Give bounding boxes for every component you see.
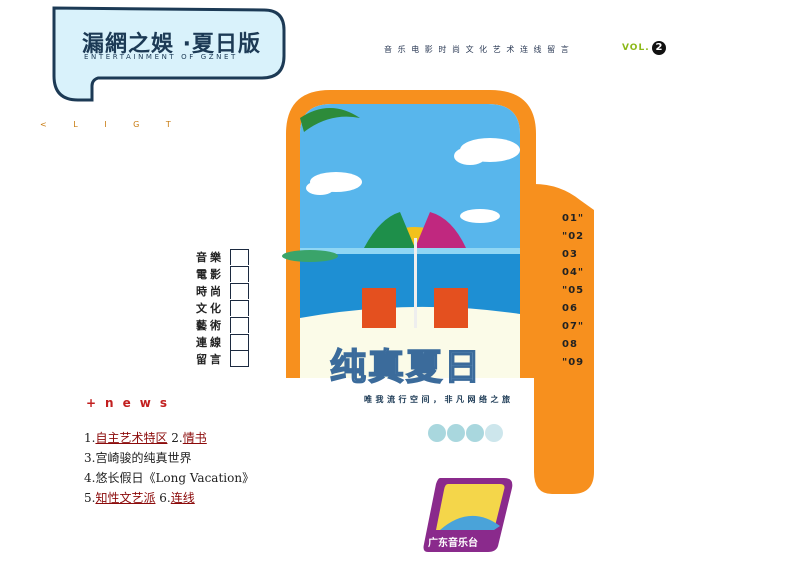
partner-logo-circle[interactable] [447, 424, 465, 442]
news-link-love-letter[interactable]: 情书 [183, 431, 207, 445]
side-menu-box[interactable] [230, 333, 249, 350]
side-menu-label: 時尚 [196, 284, 224, 298]
hero-slogan: 唯我流行空间，非凡网络之旅 [364, 395, 514, 404]
partner-logos [428, 424, 504, 442]
side-menu-item-art[interactable]: 藝術 [196, 316, 249, 333]
volume-label: VOL. [622, 43, 650, 53]
side-menu-item-music[interactable]: 音樂 [196, 248, 249, 265]
issue-numbers: 01" "02 03 04" "05 06 07" 08 "09 [562, 210, 584, 372]
news-number: 6. [159, 491, 171, 505]
number-item[interactable]: "05 [562, 282, 584, 300]
side-menu-label: 留言 [196, 352, 224, 366]
news-number: 3. [84, 451, 96, 465]
side-menu-box[interactable] [230, 282, 249, 299]
side-menu-item-message[interactable]: 留言 [196, 350, 249, 367]
number-item[interactable]: 03 [562, 246, 584, 264]
number-item[interactable]: 08 [562, 336, 584, 354]
number-item[interactable]: 01" [562, 210, 584, 228]
side-menu: 音樂 電影 時尚 文化 藝術 連線 留言 [196, 248, 249, 367]
news-heading: +news [86, 396, 176, 410]
nav-item-message[interactable]: 留 [547, 45, 555, 54]
news-row: 1.自主艺术特区 2.情书 [84, 428, 254, 448]
side-menu-item-movie[interactable]: 電影 [196, 265, 249, 282]
news-link-intellectual[interactable]: 知性文艺派 [95, 491, 155, 505]
nav-item-music-2[interactable]: 乐 [398, 45, 406, 54]
news-row: 3.宫崎骏的纯真世界 [84, 448, 254, 468]
side-menu-label: 藝術 [196, 318, 224, 332]
news-number: 5. [84, 491, 96, 505]
news-item-long-vacation: 悠长假日《Long Vacation》 [95, 471, 255, 485]
side-menu-box[interactable] [230, 350, 249, 367]
number-item[interactable]: 07" [562, 318, 584, 336]
side-menu-box[interactable] [230, 248, 249, 265]
news-item-miyazaki: 宫崎骏的纯真世界 [95, 451, 192, 465]
news-link-connect[interactable]: 连线 [171, 491, 195, 505]
news-number: 4. [84, 471, 96, 485]
nav-item-art[interactable]: 艺 [493, 45, 501, 54]
news-number: 2. [171, 431, 183, 445]
number-item[interactable]: 04" [562, 264, 584, 282]
nav-item-message-2[interactable]: 言 [561, 45, 569, 54]
radio-label[interactable]: 广东音乐台 [428, 534, 478, 549]
nav-item-movie-2[interactable]: 影 [425, 45, 433, 54]
side-menu-item-fashion[interactable]: 時尚 [196, 282, 249, 299]
side-menu-box[interactable] [230, 265, 249, 282]
logo-subtitle: ENTERTAINMENT OF GZNET [84, 53, 238, 61]
news-row: 4.悠长假日《Long Vacation》 [84, 468, 254, 488]
partner-logo-circle[interactable] [428, 424, 446, 442]
nav-item-culture-2[interactable]: 化 [479, 45, 487, 54]
partner-logo-circle[interactable] [485, 424, 503, 442]
number-item[interactable]: "02 [562, 228, 584, 246]
side-menu-box[interactable] [230, 316, 249, 333]
side-menu-label: 連線 [196, 335, 224, 349]
news-number: 1. [84, 431, 96, 445]
side-menu-item-culture[interactable]: 文化 [196, 299, 249, 316]
nav-item-link-2[interactable]: 线 [534, 45, 542, 54]
volume-number-badge: 2 [652, 41, 666, 55]
hero-title: 纯真夏日 [329, 346, 483, 389]
nav-item-movie[interactable]: 电 [411, 45, 419, 54]
light-label: < L I G T [40, 120, 183, 129]
number-item[interactable]: "09 [562, 354, 584, 372]
side-menu-label: 電影 [196, 267, 224, 281]
partner-logo-circle[interactable] [466, 424, 484, 442]
news-link-art-zone[interactable]: 自主艺术特区 [95, 431, 167, 445]
number-item[interactable]: 06 [562, 300, 584, 318]
side-menu-box[interactable] [230, 299, 249, 316]
nav-item-link[interactable]: 连 [520, 45, 528, 54]
nav-item-fashion[interactable]: 时 [438, 45, 446, 54]
nav-item-culture[interactable]: 文 [466, 45, 474, 54]
nav-item-music[interactable]: 音 [384, 45, 392, 54]
side-menu-item-link[interactable]: 連線 [196, 333, 249, 350]
side-menu-label: 音樂 [196, 250, 224, 264]
nav-item-fashion-2[interactable]: 尚 [452, 45, 460, 54]
news-list: 1.自主艺术特区 2.情书 3.宫崎骏的纯真世界 4.悠长假日《Long Vac… [84, 428, 254, 508]
side-menu-label: 文化 [196, 301, 224, 315]
nav-item-art-2[interactable]: 术 [506, 45, 514, 54]
top-navigation: 音乐电影时尚文化艺术连线留言 [384, 44, 574, 55]
news-row: 5.知性文艺派 6.连线 [84, 488, 254, 508]
